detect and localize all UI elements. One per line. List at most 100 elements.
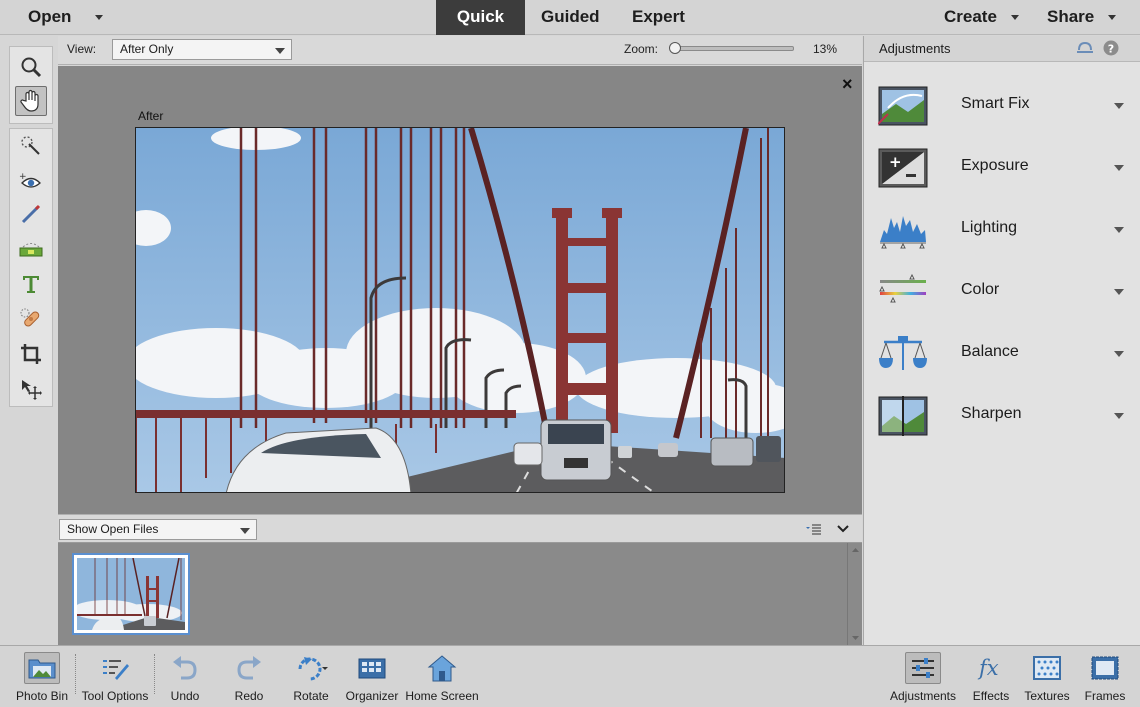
tab-quick[interactable]: Quick bbox=[436, 0, 525, 35]
adjustment-lighting[interactable]: Lighting bbox=[864, 199, 1140, 261]
adjustment-label: Balance bbox=[961, 343, 1019, 360]
adjustment-smart-fix[interactable]: Smart Fix bbox=[864, 75, 1140, 137]
photo-bin-icon bbox=[24, 652, 60, 684]
zoom-value: 13% bbox=[813, 42, 838, 56]
help-icon: ? bbox=[1103, 40, 1119, 56]
adjustments-label: Adjustments bbox=[889, 689, 957, 703]
quick-selection-icon bbox=[21, 136, 40, 155]
redo-button[interactable]: Redo bbox=[224, 646, 274, 707]
tool-options-label: Tool Options bbox=[81, 689, 149, 703]
type-tool[interactable] bbox=[15, 269, 47, 299]
bin-scrollbar[interactable] bbox=[847, 543, 862, 645]
reset-panel-button[interactable] bbox=[1076, 40, 1094, 59]
open-label: Open bbox=[28, 7, 72, 26]
svg-text:fx: fx bbox=[977, 656, 999, 680]
crop-icon bbox=[21, 344, 41, 364]
brush-icon bbox=[21, 204, 41, 224]
rotate-button[interactable]: Rotate bbox=[284, 646, 338, 707]
share-label: Share bbox=[1047, 7, 1095, 26]
adjustments-panel-button[interactable]: Adjustments bbox=[886, 646, 960, 707]
bin-source-value: Show Open Files bbox=[67, 522, 159, 536]
bin-source-select[interactable]: Show Open Files bbox=[59, 519, 257, 540]
close-icon[interactable]: × bbox=[842, 75, 853, 93]
chevron-down-icon bbox=[1114, 351, 1124, 357]
chevron-down-icon bbox=[1114, 227, 1124, 233]
chevron-down-icon bbox=[1114, 413, 1124, 419]
adjustment-label: Sharpen bbox=[961, 405, 1022, 422]
view-select[interactable]: After Only bbox=[112, 39, 292, 60]
effects-icon: fx bbox=[973, 652, 1009, 684]
undo-icon bbox=[167, 652, 203, 684]
eye-icon: + bbox=[19, 172, 41, 188]
adjustment-label: Lighting bbox=[961, 219, 1018, 236]
bin-thumbnail[interactable] bbox=[72, 553, 190, 635]
lighting-icon bbox=[878, 210, 928, 250]
quick-selection-tool[interactable] bbox=[15, 131, 47, 161]
zoom-tool[interactable] bbox=[15, 52, 47, 82]
adjustment-sharpen[interactable]: Sharpen bbox=[864, 385, 1140, 447]
home-screen-label: Home Screen bbox=[405, 689, 479, 703]
photo-bin-button[interactable]: Photo Bin bbox=[12, 646, 72, 707]
smart-fix-icon bbox=[877, 86, 928, 126]
top-menu-bar: Open Quick Guided Expert Create Share bbox=[0, 0, 1140, 35]
photo-bin-bar: Show Open Files bbox=[58, 514, 862, 543]
share-menu-button[interactable]: Share bbox=[1047, 0, 1117, 35]
textures-button[interactable]: Textures bbox=[1020, 646, 1074, 707]
hand-tool[interactable] bbox=[15, 86, 47, 116]
whiten-teeth-tool[interactable] bbox=[15, 199, 47, 229]
frames-label: Frames bbox=[1084, 689, 1126, 703]
thumbnail-image bbox=[72, 557, 185, 630]
frames-button[interactable]: Frames bbox=[1080, 646, 1130, 707]
red-eye-tool[interactable]: + bbox=[15, 166, 47, 196]
divider bbox=[154, 654, 155, 694]
create-label: Create bbox=[944, 7, 997, 26]
divider bbox=[75, 654, 76, 694]
after-label: After bbox=[138, 109, 164, 123]
sharpen-icon bbox=[878, 396, 928, 436]
bin-menu-button[interactable] bbox=[806, 522, 822, 536]
adjustments-icon bbox=[905, 652, 941, 684]
adjustment-exposure[interactable]: + Exposure bbox=[864, 137, 1140, 199]
move-icon bbox=[22, 380, 42, 400]
adjustments-panel: Adjustments ? Smart Fix + Exposure Light… bbox=[863, 36, 1140, 645]
zoom-slider-handle[interactable] bbox=[669, 42, 681, 54]
chevron-down-icon bbox=[240, 528, 250, 534]
help-button[interactable]: ? bbox=[1103, 40, 1119, 59]
undo-label: Undo bbox=[170, 689, 200, 703]
view-tools-group bbox=[9, 46, 53, 124]
crop-tool[interactable] bbox=[15, 339, 47, 369]
chevron-down-icon bbox=[1010, 15, 1019, 21]
home-screen-button[interactable]: Home Screen bbox=[403, 646, 481, 707]
svg-text:?: ? bbox=[1108, 43, 1114, 56]
effects-label: Effects bbox=[972, 689, 1010, 703]
adjustment-balance[interactable]: Balance bbox=[864, 323, 1140, 385]
view-select-value: After Only bbox=[120, 42, 174, 56]
textures-label: Textures bbox=[1024, 689, 1070, 703]
open-menu-button[interactable]: Open bbox=[28, 0, 104, 35]
text-icon bbox=[23, 276, 39, 293]
straighten-tool[interactable] bbox=[15, 234, 47, 264]
spot-healing-tool[interactable] bbox=[15, 304, 47, 334]
redo-icon bbox=[231, 652, 267, 684]
bin-collapse-button[interactable] bbox=[836, 523, 850, 535]
panel-title: Adjustments bbox=[879, 41, 951, 56]
chevron-down-icon bbox=[1114, 103, 1124, 109]
scroll-arrows-icon bbox=[852, 548, 859, 640]
effects-button[interactable]: fx Effects bbox=[966, 646, 1016, 707]
tab-expert[interactable]: Expert bbox=[632, 0, 685, 35]
adjustment-color[interactable]: Color bbox=[864, 261, 1140, 323]
redo-label: Redo bbox=[234, 689, 264, 703]
view-label: View: bbox=[67, 42, 97, 56]
rotate-label: Rotate bbox=[293, 689, 329, 703]
chevron-down-icon bbox=[837, 525, 849, 533]
undo-button[interactable]: Undo bbox=[160, 646, 210, 707]
create-menu-button[interactable]: Create bbox=[944, 0, 1019, 35]
hand-icon bbox=[20, 89, 39, 112]
move-tool[interactable] bbox=[15, 374, 47, 404]
exposure-icon: + bbox=[878, 148, 928, 188]
zoom-slider[interactable] bbox=[669, 42, 794, 54]
organizer-icon bbox=[354, 652, 390, 684]
tool-options-button[interactable]: Tool Options bbox=[78, 646, 152, 707]
organizer-button[interactable]: Organizer bbox=[343, 646, 401, 707]
tab-guided[interactable]: Guided bbox=[541, 0, 600, 35]
